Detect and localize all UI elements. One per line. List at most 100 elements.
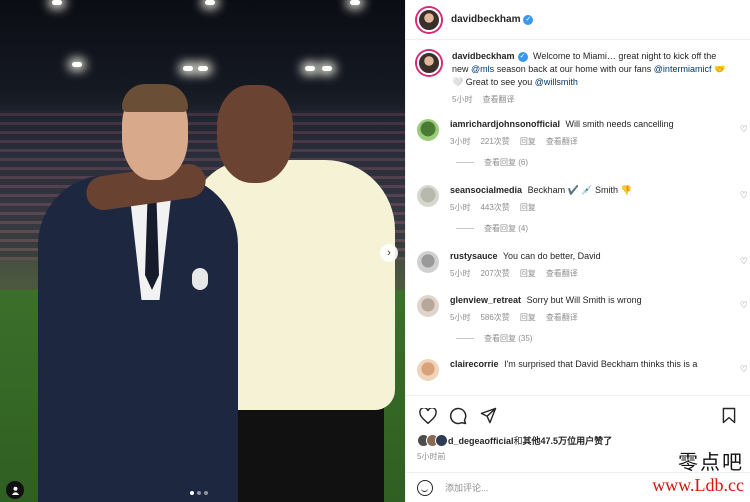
post-actions — [406, 395, 750, 435]
comment-text: Sorry but Will Smith is wrong — [526, 295, 642, 305]
heart-icon[interactable]: ♡ — [740, 190, 748, 201]
carousel-dot — [204, 491, 208, 495]
translate-link[interactable]: 查看翻译 — [546, 311, 578, 324]
comment-icon[interactable] — [447, 405, 469, 427]
comment-text: I'm surprised that David Beckham thinks … — [504, 359, 698, 369]
comment-time: 5小时 — [450, 313, 471, 322]
commenter-username[interactable]: seansocialmedia — [450, 185, 522, 195]
carousel-next-button[interactable]: › — [380, 244, 398, 262]
chevron-right-icon: › — [387, 247, 391, 259]
author-username[interactable]: davidbeckham — [451, 14, 520, 25]
commenter-avatar[interactable] — [417, 359, 439, 381]
commenter-username[interactable]: rustysauce — [450, 251, 498, 261]
user-icon — [11, 486, 19, 495]
comment-likes[interactable]: 207次赞 — [480, 267, 509, 280]
view-replies-label: 查看回复 (4) — [484, 224, 528, 233]
verified-icon: ✓ — [523, 14, 534, 25]
reply-link[interactable]: 回复 — [520, 311, 536, 324]
heart-icon[interactable]: ♡ — [740, 364, 748, 375]
commenter-avatar[interactable] — [417, 119, 439, 141]
emoji-icon[interactable] — [417, 479, 433, 496]
replies-divider — [456, 228, 474, 229]
post-time: 5小时前 — [417, 452, 446, 461]
mention-link[interactable]: @willsmith — [535, 77, 578, 87]
add-comment-bar[interactable]: 添加评论... — [406, 472, 750, 502]
comment-text: You can do better, David — [502, 251, 601, 261]
mention-link[interactable]: @intermiamicf — [654, 64, 712, 74]
heart-icon[interactable]: ♡ — [740, 124, 748, 135]
translate-link[interactable]: 查看翻译 — [482, 93, 514, 106]
liked-by-connector: 和 — [513, 436, 523, 446]
comment-time: 5小时 — [450, 203, 471, 212]
replies-divider — [456, 162, 474, 163]
mention-link[interactable]: @mls — [471, 64, 494, 74]
comment-meta: 5小时 586次赞 回复 查看翻译 — [450, 311, 730, 324]
post-side-panel: davidbeckham ✓ davidbeckham ✓ Welcome to … — [405, 0, 750, 502]
club-badge — [192, 268, 208, 290]
liker-avatars — [417, 434, 448, 447]
carousel-dot — [190, 491, 194, 495]
liked-by: d_degeaofficial 和其他47.5万位用户 赞了 — [417, 434, 612, 447]
comment-text: Beckham ✔️ 💉 Smith 👎 — [527, 185, 632, 195]
caption-text: season back at our home with our fans — [496, 64, 652, 74]
comment-likes[interactable]: 586次赞 — [480, 311, 509, 324]
comment-meta: 3小时 221次赞 回复 查看翻译 — [450, 135, 730, 148]
comment-item: glenview_retreat Sorry but Will Smith is… — [417, 294, 750, 324]
caption-meta: 5小时 查看翻译 — [452, 93, 732, 106]
comment-time: 3小时 — [450, 137, 471, 146]
translate-link[interactable]: 查看翻译 — [546, 267, 578, 280]
comment-item: seansocialmedia Beckham ✔️ 💉 Smith 👎 5小时… — [417, 184, 750, 214]
caption: davidbeckham ✓ Welcome to Miami… great ni… — [417, 50, 750, 106]
view-replies-button[interactable]: 查看回复 (4) — [456, 223, 750, 234]
comment-item: clairecorrie I'm surprised that David Be… — [417, 358, 750, 381]
view-replies-label: 查看回复 (6) — [484, 158, 528, 167]
heart-icon[interactable] — [417, 405, 439, 427]
author-avatar[interactable] — [417, 51, 441, 75]
person-left-hair — [122, 84, 188, 112]
caption-username[interactable]: davidbeckham — [452, 51, 515, 61]
comment-meta: 5小时 443次赞 回复 — [450, 201, 730, 214]
comment-text: Will smith needs cancelling — [565, 119, 674, 129]
commenter-username[interactable]: iamrichardjohnsonofficial — [450, 119, 560, 129]
commenter-avatar[interactable] — [417, 185, 439, 207]
verified-icon: ✓ — [517, 51, 528, 62]
view-replies-label: 查看回复 (35) — [484, 334, 533, 343]
comment-likes[interactable]: 443次赞 — [480, 201, 509, 214]
heart-icon[interactable]: ♡ — [740, 300, 748, 311]
carousel-dots — [190, 491, 208, 495]
comment-list[interactable]: davidbeckham ✓ Welcome to Miami… great ni… — [406, 40, 750, 393]
liker-username[interactable]: d_degeaofficial — [448, 436, 514, 446]
replies-divider — [456, 338, 474, 339]
tagged-user-button[interactable] — [6, 481, 24, 499]
instagram-post-modal: › davidbeckham ✓ davidbeckham ✓ Welcome … — [0, 0, 750, 502]
comment-meta: 5小时 207次赞 回复 查看翻译 — [450, 267, 730, 280]
share-icon[interactable] — [477, 405, 499, 427]
comment-input-placeholder[interactable]: 添加评论... — [445, 481, 489, 494]
bookmark-icon[interactable] — [718, 405, 740, 427]
post-photo[interactable]: › — [0, 0, 405, 502]
reply-link[interactable]: 回复 — [520, 267, 536, 280]
carousel-dot — [197, 491, 201, 495]
liked-by-suffix: 赞了 — [594, 436, 613, 446]
commenter-avatar[interactable] — [417, 295, 439, 317]
caption-time: 5小时 — [452, 95, 473, 104]
translate-link[interactable]: 查看翻译 — [546, 135, 578, 148]
person-right-pants — [234, 400, 384, 502]
commenter-username[interactable]: clairecorrie — [450, 359, 499, 369]
comment-item: iamrichardjohnsonofficial Will smith nee… — [417, 118, 750, 148]
view-replies-button[interactable]: 查看回复 (6) — [456, 157, 750, 168]
watermark-cn: 零点吧 — [678, 450, 744, 474]
likes-count-link[interactable]: 其他47.5万位用户 — [523, 434, 595, 447]
reply-link[interactable]: 回复 — [520, 135, 536, 148]
author-avatar[interactable] — [417, 7, 441, 32]
reply-link[interactable]: 回复 — [520, 201, 536, 214]
commenter-avatar[interactable] — [417, 251, 439, 273]
post-header: davidbeckham ✓ — [406, 0, 750, 40]
comment-item: rustysauce You can do better, David 5小时 … — [417, 250, 750, 280]
person-right-head — [217, 85, 293, 183]
heart-icon[interactable]: ♡ — [740, 256, 748, 267]
commenter-username[interactable]: glenview_retreat — [450, 295, 521, 305]
comment-likes[interactable]: 221次赞 — [480, 135, 509, 148]
comment-time: 5小时 — [450, 269, 471, 278]
view-replies-button[interactable]: 查看回复 (35) — [456, 333, 750, 344]
